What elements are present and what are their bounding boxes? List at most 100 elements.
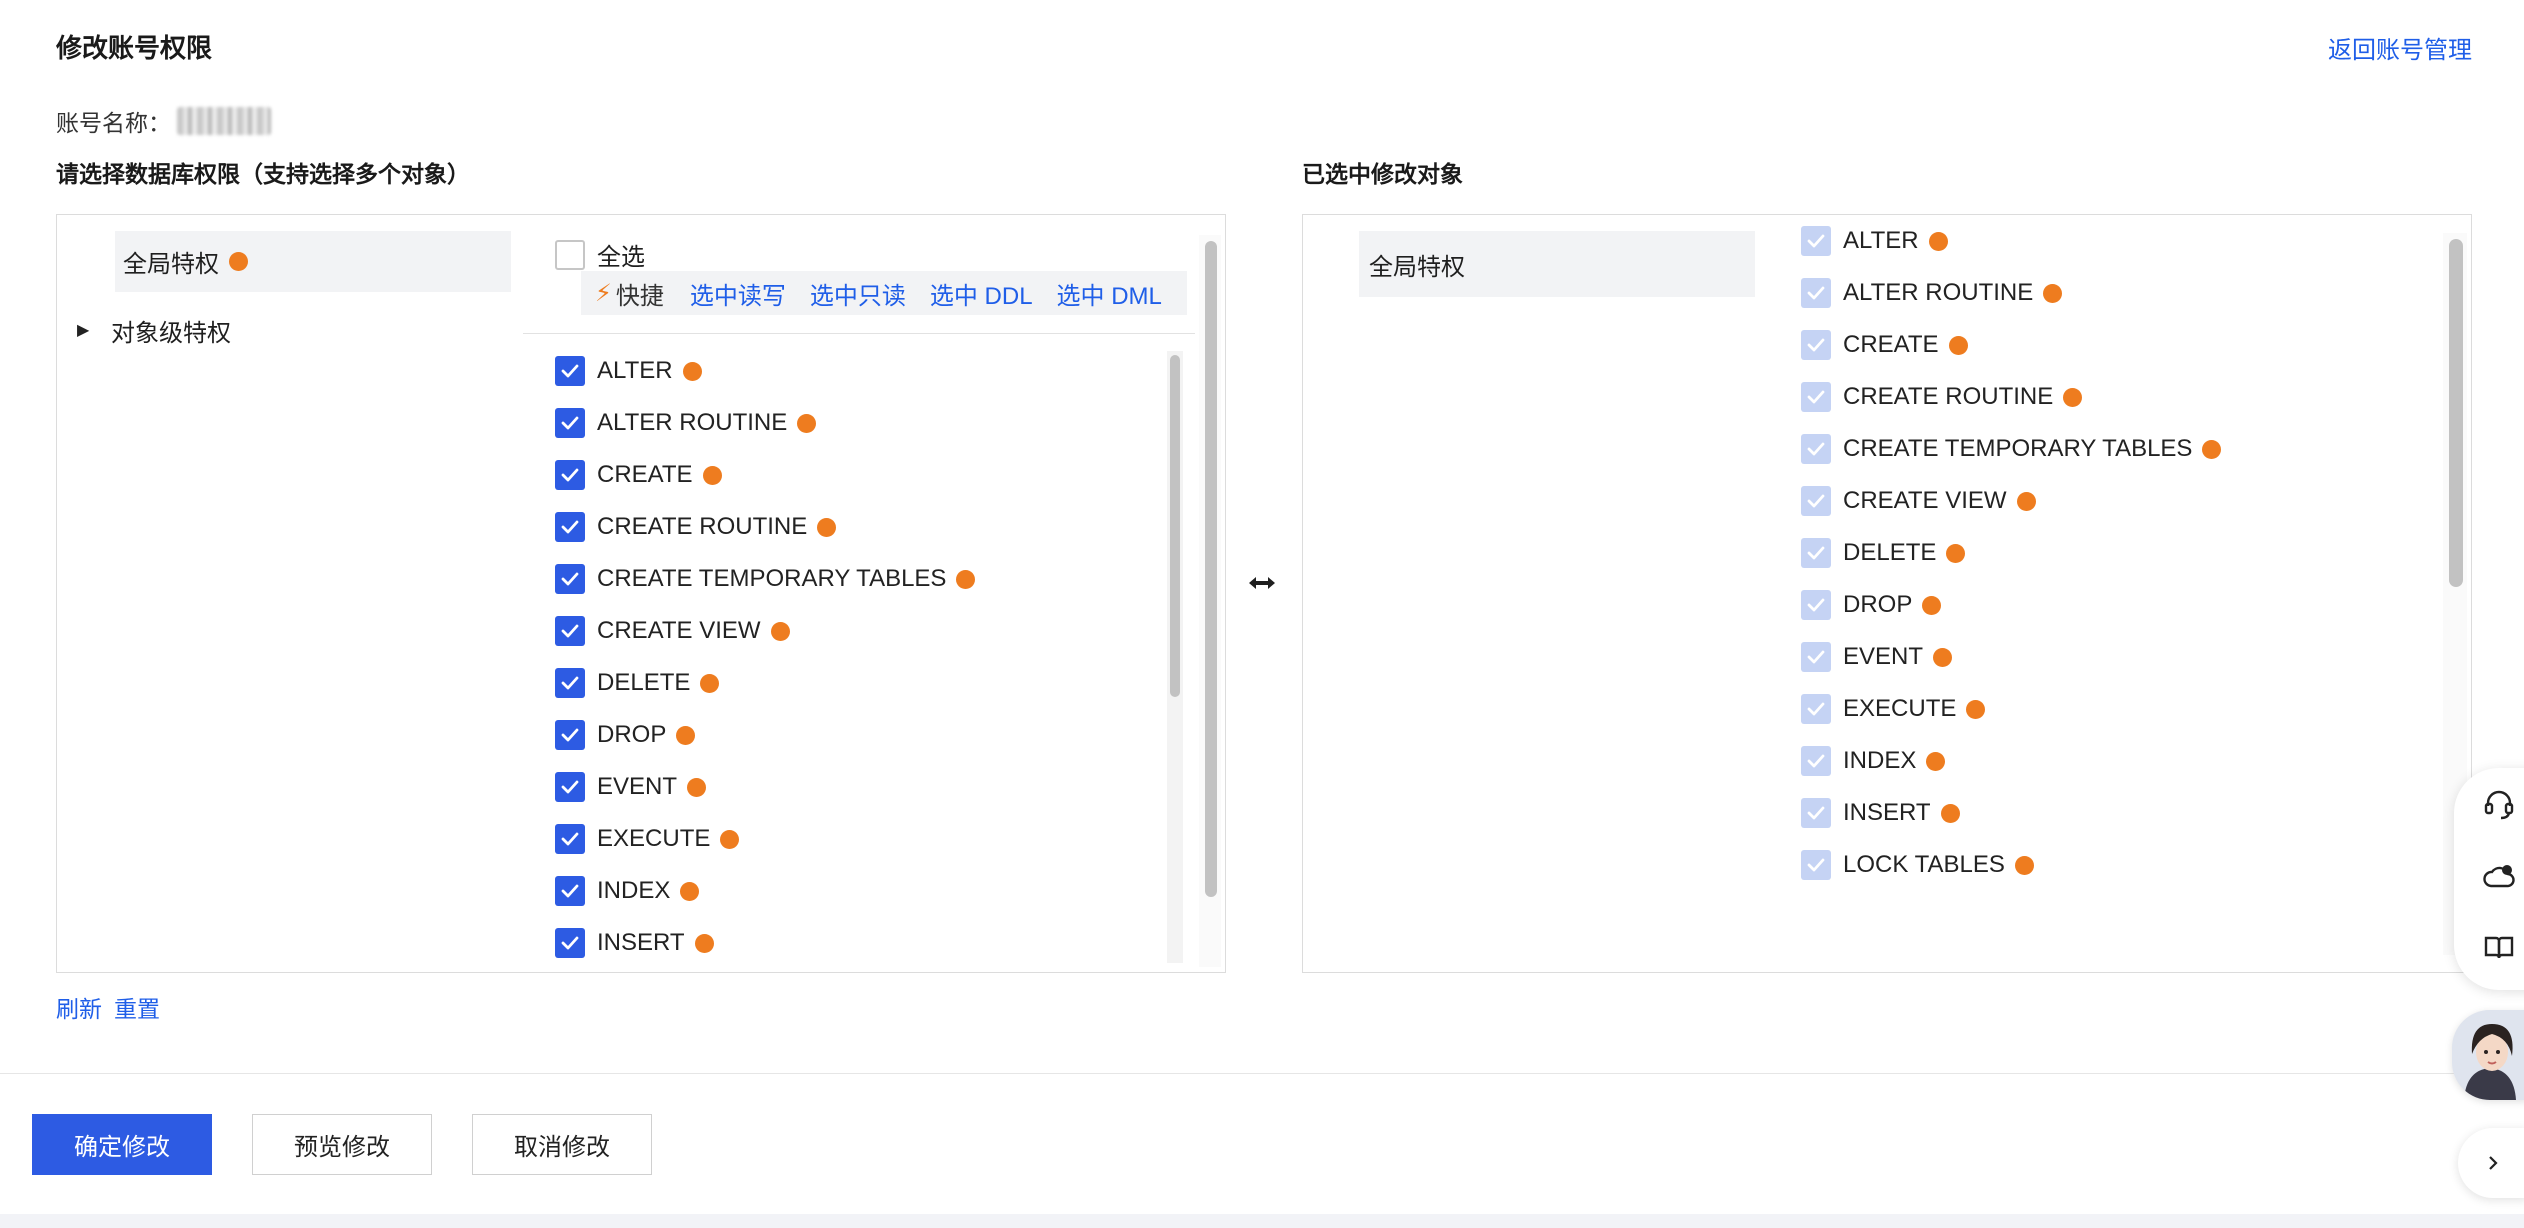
checkbox-checked-icon[interactable] xyxy=(555,460,585,490)
tree-item-global-privileges-selected[interactable]: 全局特权 xyxy=(1359,231,1755,297)
tree-item-global-privileges[interactable]: 全局特权 xyxy=(115,231,511,292)
floating-toolbar xyxy=(2454,768,2524,990)
status-dot-icon xyxy=(2063,387,2083,407)
quick-select-bar: ⚡ 快捷 选中读写 选中只读 选中 DDL 选中 DML xyxy=(581,271,1187,315)
lightning-icon: ⚡ xyxy=(595,279,612,307)
outer-scrollbar-track[interactable] xyxy=(1199,235,1221,967)
select-all-label: 全选 xyxy=(597,244,645,271)
checkbox-disabled-checked-icon xyxy=(1801,798,1831,828)
privilege-checkbox-row[interactable]: INDEX xyxy=(555,865,1155,917)
checkbox-checked-icon[interactable] xyxy=(555,408,585,438)
status-dot-icon xyxy=(1928,231,1948,251)
privilege-checkbox-row[interactable]: CREATE xyxy=(555,449,1155,501)
cloud-alert-icon[interactable] xyxy=(2482,860,2516,894)
status-dot-icon xyxy=(2202,439,2222,459)
checkbox-checked-icon[interactable] xyxy=(555,824,585,854)
selected-privilege-row: EXECUTE xyxy=(1801,683,2401,735)
bottom-strip xyxy=(0,1214,2524,1228)
checkbox-disabled-checked-icon xyxy=(1801,642,1831,672)
expand-toolbar-button[interactable] xyxy=(2458,1128,2524,1198)
status-dot-icon xyxy=(694,933,714,953)
assistant-avatar[interactable] xyxy=(2452,1010,2524,1100)
left-section-title: 请选择数据库权限（支持选择多个对象） xyxy=(56,161,470,187)
outer-scrollbar-thumb[interactable] xyxy=(1205,241,1217,897)
checkbox-checked-icon[interactable] xyxy=(555,668,585,698)
privilege-checkbox-row[interactable]: EXECUTE xyxy=(555,813,1155,865)
account-name-label: 账号名称： xyxy=(56,110,171,136)
assistant-avatar-icon xyxy=(2452,1010,2524,1100)
privilege-checkbox-row[interactable]: ALTER ROUTINE xyxy=(555,397,1155,449)
status-dot-icon xyxy=(2014,855,2034,875)
status-dot-icon xyxy=(797,413,817,433)
privilege-label: CREATE xyxy=(597,461,693,488)
privilege-label: INDEX xyxy=(597,877,671,904)
privilege-checkbox-row[interactable]: CREATE TEMPORARY TABLES xyxy=(555,553,1155,605)
status-dot-icon xyxy=(680,881,700,901)
account-name-value-blurred xyxy=(177,107,271,135)
privilege-checkbox-row[interactable]: DROP xyxy=(555,709,1155,761)
status-dot-icon xyxy=(1926,751,1946,771)
privilege-checkbox-row[interactable]: INSERT xyxy=(555,917,1155,969)
reset-link[interactable]: 重置 xyxy=(114,990,160,1024)
status-dot-icon xyxy=(2016,491,2036,511)
checkbox-disabled-checked-icon xyxy=(1801,746,1831,776)
checkbox-checked-icon[interactable] xyxy=(555,720,585,750)
preview-modify-button[interactable]: 预览修改 xyxy=(252,1114,432,1175)
status-dot-icon xyxy=(702,465,722,485)
selected-privilege-row: INSERT xyxy=(1801,787,2401,839)
checkbox-disabled-checked-icon xyxy=(1801,694,1831,724)
select-read-only-link[interactable]: 选中只读 xyxy=(810,276,906,311)
book-docs-icon[interactable] xyxy=(2482,930,2516,964)
status-dot-icon xyxy=(1948,335,1968,355)
privilege-checkbox-row[interactable]: EVENT xyxy=(555,761,1155,813)
tree-item-object-privileges[interactable]: ▶ 对象级特权 xyxy=(77,305,231,355)
checkbox-disabled-checked-icon xyxy=(1801,330,1831,360)
checkbox-checked-icon[interactable] xyxy=(555,876,585,906)
privilege-label: INSERT xyxy=(1843,799,1931,826)
caret-right-icon[interactable]: ▶ xyxy=(77,320,111,340)
back-to-account-management-link[interactable]: 返回账号管理 xyxy=(2328,30,2472,65)
select-dml-link[interactable]: 选中 DML xyxy=(1057,276,1162,311)
privilege-label: CREATE ROUTINE xyxy=(1843,383,2054,410)
privilege-checkbox-row[interactable]: CREATE VIEW xyxy=(555,605,1155,657)
privilege-label: CREATE TEMPORARY TABLES xyxy=(597,565,947,592)
select-all-checkbox[interactable]: 全选 xyxy=(555,237,645,272)
tree-item-label: 全局特权 xyxy=(1369,253,1465,281)
select-ddl-link[interactable]: 选中 DDL xyxy=(930,276,1033,311)
checkbox-checked-icon[interactable] xyxy=(555,616,585,646)
refresh-link[interactable]: 刷新 xyxy=(56,990,102,1024)
privilege-checkbox-row[interactable]: DELETE xyxy=(555,657,1155,709)
checkbox-disabled-checked-icon xyxy=(1801,538,1831,568)
privilege-label: INDEX xyxy=(1843,747,1917,774)
confirm-modify-button[interactable]: 确定修改 xyxy=(32,1114,212,1175)
privilege-label: EXECUTE xyxy=(597,825,711,852)
inner-scrollbar-thumb[interactable] xyxy=(1170,355,1180,697)
privilege-checkbox-list: ALTER ALTER ROUTINE CREATE CREATE ROUTINE CR… xyxy=(555,345,1155,969)
status-dot-icon xyxy=(1966,699,1986,719)
swap-arrows-icon[interactable] xyxy=(1245,566,1279,600)
checkbox-checked-icon[interactable] xyxy=(555,356,585,386)
headset-support-icon[interactable] xyxy=(2482,788,2516,822)
account-name-row: 账号名称： xyxy=(56,104,271,138)
privilege-checkbox-row[interactable]: ALTER xyxy=(555,345,1155,397)
checkbox-checked-icon[interactable] xyxy=(555,772,585,802)
checkbox-checked-icon[interactable] xyxy=(555,928,585,958)
page-title: 修改账号权限 xyxy=(56,33,213,63)
checkbox-checked-icon[interactable] xyxy=(555,564,585,594)
select-read-write-link[interactable]: 选中读写 xyxy=(690,276,786,311)
checkbox-unchecked-icon[interactable] xyxy=(555,239,585,270)
status-dot-icon xyxy=(1940,803,1960,823)
cancel-modify-button[interactable]: 取消修改 xyxy=(472,1114,652,1175)
selected-privilege-list: ALTER ALTER ROUTINE CREATE CREATE ROUTINE CR… xyxy=(1801,215,2401,891)
status-dot-icon xyxy=(1933,647,1953,667)
status-dot-icon xyxy=(817,517,837,537)
panel-actions: 刷新 重置 xyxy=(56,990,172,1024)
right-scrollbar-thumb[interactable] xyxy=(2449,239,2463,587)
privilege-label: DROP xyxy=(1843,591,1913,618)
checkbox-checked-icon[interactable] xyxy=(555,512,585,542)
privilege-checkbox-row[interactable]: CREATE ROUTINE xyxy=(555,501,1155,553)
status-dot-icon xyxy=(1946,543,1966,563)
inner-scrollbar-track[interactable] xyxy=(1167,351,1183,963)
footer-divider xyxy=(0,1073,2524,1074)
selected-privilege-row: DELETE xyxy=(1801,527,2401,579)
